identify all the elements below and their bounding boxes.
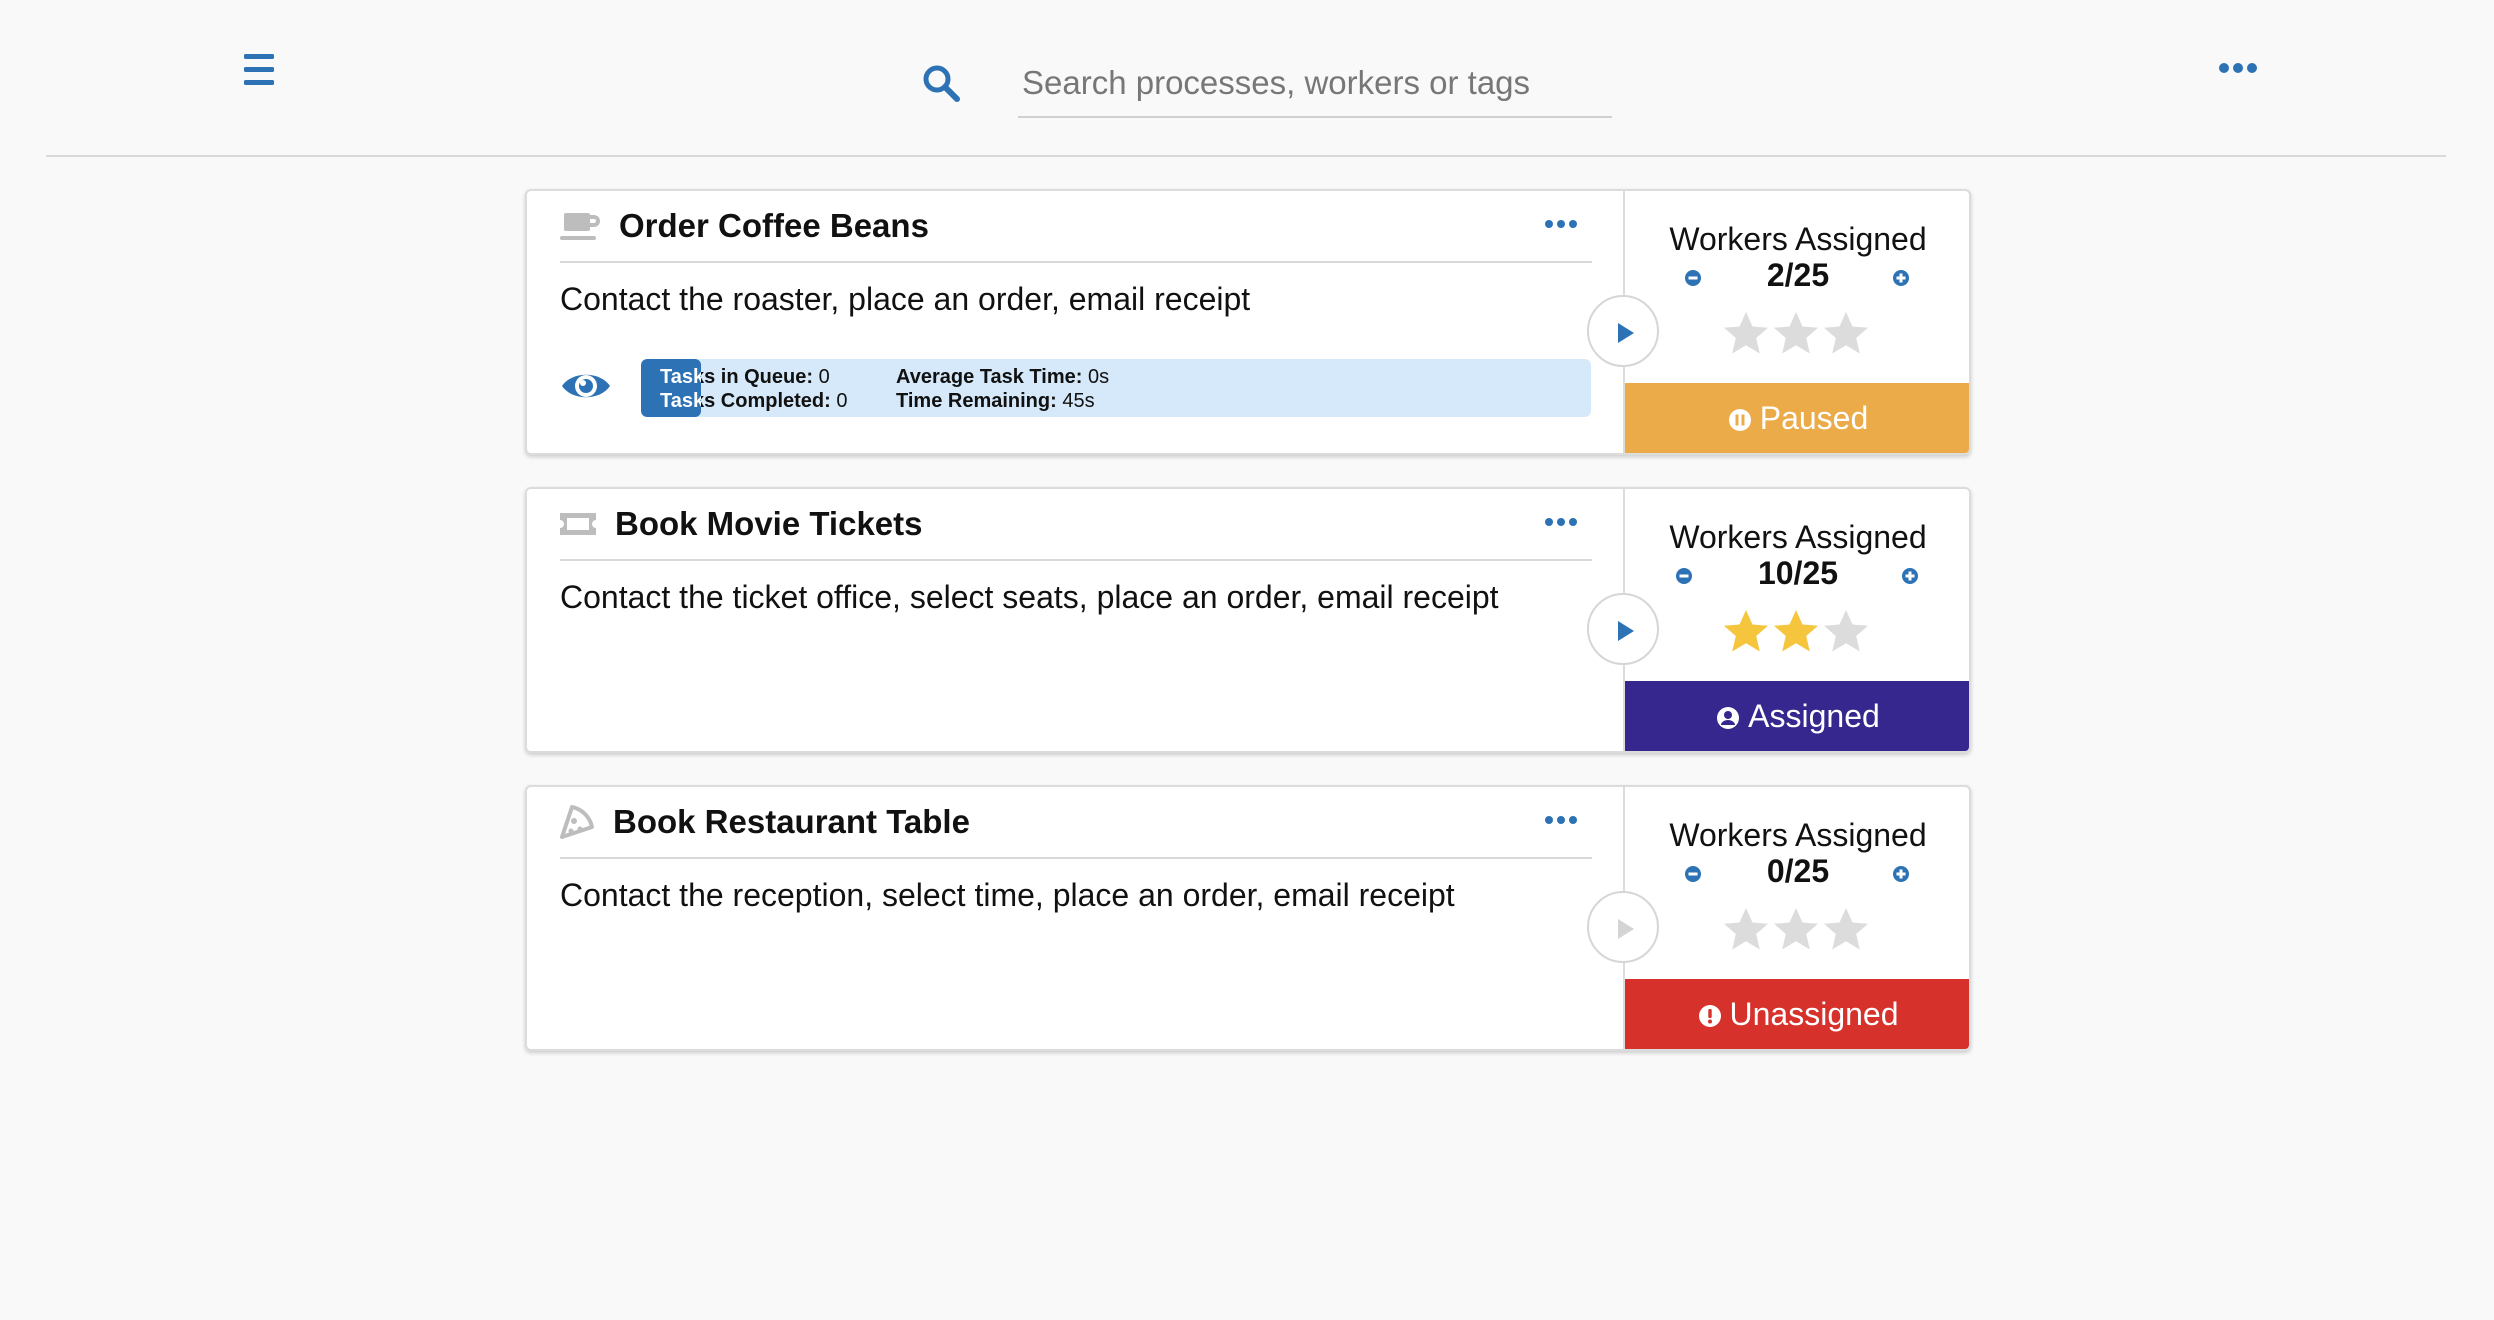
stats-time: Average Task Time: 0s Time Remaining: 45… xyxy=(896,366,1110,412)
play-button[interactable] xyxy=(1587,593,1659,665)
workers-row: 2/25 xyxy=(1625,257,1969,297)
star-empty-icon[interactable] xyxy=(1821,309,1871,359)
tasks-in-queue-value: 0 xyxy=(818,366,830,388)
more-options-icon[interactable] xyxy=(2216,58,2268,78)
status-bar[interactable]: Assigned xyxy=(1625,681,1969,751)
decrease-workers-icon[interactable] xyxy=(1684,269,1702,287)
process-title: Book Restaurant Table xyxy=(613,803,970,840)
process-description: Contact the reception, select time, plac… xyxy=(560,877,1455,913)
eye-icon[interactable] xyxy=(560,367,612,405)
workers-count: 0/25 xyxy=(1766,853,1830,889)
pause-circle-icon xyxy=(1728,386,1752,431)
hamburger-menu-icon[interactable] xyxy=(244,52,288,88)
status-bar[interactable]: Unassigned xyxy=(1625,979,1969,1049)
ticket-icon xyxy=(560,507,600,541)
rating-stars xyxy=(1721,905,1877,957)
coffee-cup-icon xyxy=(560,209,600,243)
card-side-panel: Workers Assigned 0/25 Unassigned xyxy=(1623,787,1969,1049)
process-card-book-restaurant-table: Book Restaurant Table Contact the recept… xyxy=(525,785,1971,1051)
process-card-book-movie-tickets: Book Movie Tickets Contact the ticket of… xyxy=(525,487,1971,753)
exclamation-circle-icon xyxy=(1698,982,1722,1027)
rating-stars xyxy=(1721,607,1877,659)
decrease-workers-icon[interactable] xyxy=(1684,865,1702,883)
increase-workers-icon[interactable] xyxy=(1901,567,1919,585)
workers-assigned-label: Workers Assigned xyxy=(1669,221,1927,257)
card-header: Book Movie Tickets xyxy=(560,489,1592,561)
search-input[interactable] xyxy=(1018,50,1612,118)
search-icon[interactable] xyxy=(922,64,962,104)
card-side-panel: Workers Assigned 2/25 Paused xyxy=(1623,191,1969,453)
card-more-options-icon[interactable] xyxy=(1544,515,1578,529)
star-filled-icon[interactable] xyxy=(1771,607,1821,657)
card-side-panel: Workers Assigned 10/25 Assigned xyxy=(1623,489,1969,751)
card-main: Book Restaurant Table Contact the recept… xyxy=(527,787,1623,1049)
star-empty-icon[interactable] xyxy=(1821,905,1871,955)
status-bar[interactable]: Paused xyxy=(1625,383,1969,453)
star-empty-icon[interactable] xyxy=(1721,905,1771,955)
status-label: Unassigned xyxy=(1729,996,1899,1032)
status-label: Paused xyxy=(1759,400,1869,436)
tasks-completed-value: 0 xyxy=(836,390,848,412)
card-more-options-icon[interactable] xyxy=(1544,813,1578,827)
star-empty-icon[interactable] xyxy=(1821,607,1871,657)
card-main: Order Coffee Beans Contact the roaster, … xyxy=(527,191,1623,453)
star-empty-icon[interactable] xyxy=(1771,309,1821,359)
workers-assigned-label: Workers Assigned xyxy=(1669,519,1927,555)
search-bar xyxy=(922,50,1612,120)
card-header: Order Coffee Beans xyxy=(560,191,1592,263)
user-circle-icon xyxy=(1716,684,1740,729)
process-title: Order Coffee Beans xyxy=(619,207,929,244)
average-task-time-value: 0s xyxy=(1087,366,1110,388)
workers-count: 2/25 xyxy=(1766,257,1830,293)
increase-workers-icon[interactable] xyxy=(1892,865,1910,883)
progress-fill-text: Tasks in Queue: 0 Tasks Completed: 0 xyxy=(660,366,701,412)
card-more-options-icon[interactable] xyxy=(1544,217,1578,231)
workers-row: 0/25 xyxy=(1625,853,1969,893)
card-main: Book Movie Tickets Contact the ticket of… xyxy=(527,489,1623,751)
rating-stars xyxy=(1721,309,1877,361)
play-button[interactable] xyxy=(1587,891,1659,963)
process-card-order-coffee-beans: Order Coffee Beans Contact the roaster, … xyxy=(525,189,1971,455)
workers-assigned-label: Workers Assigned xyxy=(1669,817,1927,853)
star-empty-icon[interactable] xyxy=(1721,309,1771,359)
increase-workers-icon[interactable] xyxy=(1892,269,1910,287)
process-description: Contact the ticket office, select seats,… xyxy=(560,579,1499,615)
decrease-workers-icon[interactable] xyxy=(1675,567,1693,585)
process-stats-bar: Tasks in Queue: 0 Tasks Completed: 0 Ave… xyxy=(641,359,1591,417)
pizza-slice-icon xyxy=(560,805,600,839)
top-bar xyxy=(46,0,2446,157)
process-description: Contact the roaster, place an order, ema… xyxy=(560,281,1251,317)
status-label: Assigned xyxy=(1748,698,1880,734)
workers-count: 10/25 xyxy=(1757,555,1839,591)
star-filled-icon[interactable] xyxy=(1721,607,1771,657)
star-empty-icon[interactable] xyxy=(1771,905,1821,955)
workers-row: 10/25 xyxy=(1625,555,1969,595)
play-button[interactable] xyxy=(1587,295,1659,367)
process-title: Book Movie Tickets xyxy=(615,505,923,542)
card-header: Book Restaurant Table xyxy=(560,787,1592,859)
time-remaining-value: 45s xyxy=(1062,390,1095,412)
